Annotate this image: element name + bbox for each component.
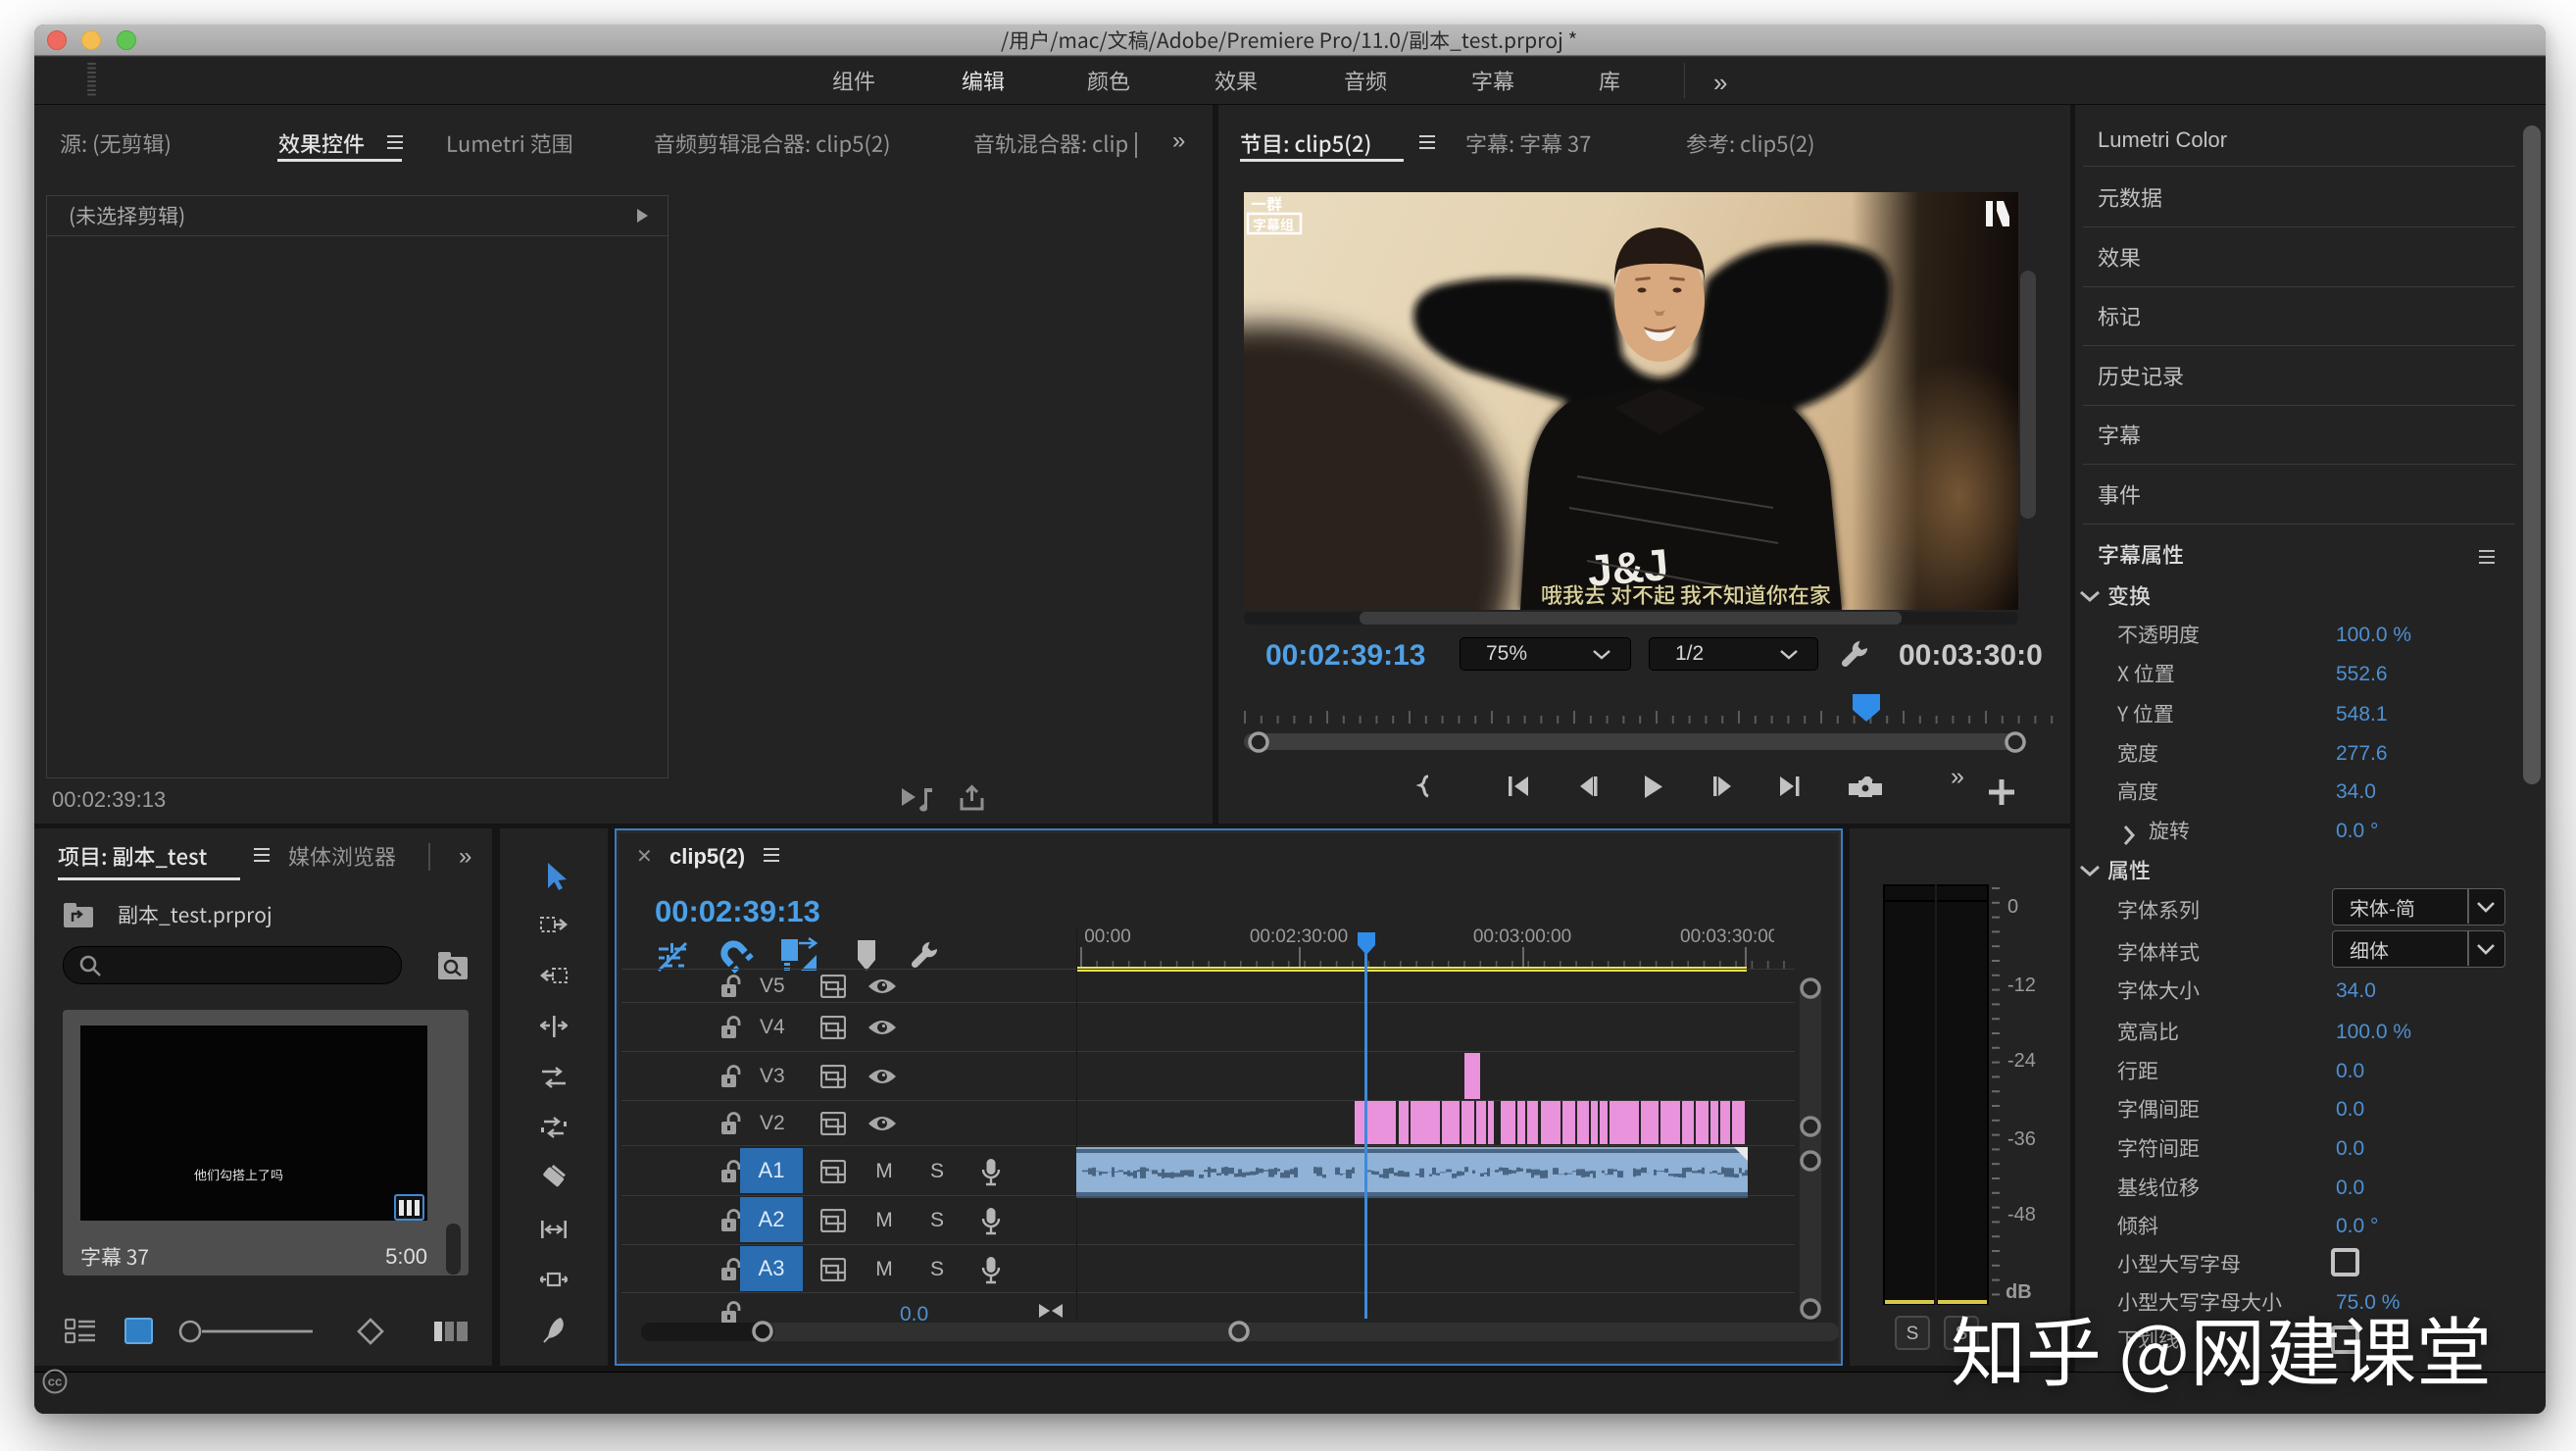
svg-text:cc: cc: [48, 1375, 62, 1389]
